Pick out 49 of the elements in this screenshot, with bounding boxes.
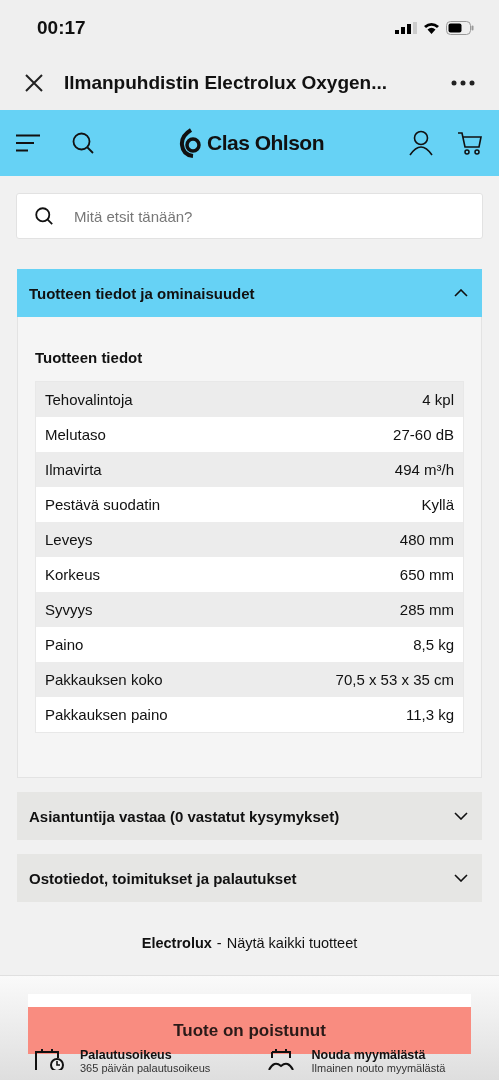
spec-label: Paino (45, 636, 84, 653)
status-time: 00:17 (37, 16, 86, 39)
cart-icon[interactable] (457, 131, 483, 155)
search-icon (35, 207, 53, 225)
spec-label: Pakkauksen paino (45, 706, 168, 723)
menu-icon[interactable] (16, 134, 40, 152)
spec-value: 11,3 kg (405, 706, 454, 723)
separator: - (216, 935, 222, 951)
signal-icon (395, 21, 417, 34)
spec-value: 650 mm (399, 566, 454, 583)
spec-value: 8,5 kg (413, 636, 454, 653)
spec-value: 4 kpl (422, 391, 454, 408)
brand-link[interactable]: Näytä kaikki tuotteet (226, 935, 358, 951)
close-icon[interactable] (24, 72, 44, 93)
account-icon[interactable] (409, 130, 433, 156)
search-field[interactable]: Mitä etsit tänään? (16, 193, 483, 239)
page-title: Ilmanpuhdistin Electrolux Oxygen... (64, 71, 389, 94)
spec-label: Melutaso (45, 426, 106, 443)
feature-text: 365 päivän palautusoikeus (80, 1062, 211, 1074)
accordion-header[interactable]: Ostotiedot, toimitukset ja palautukset (17, 854, 482, 902)
spec-label: Korkeus (45, 566, 101, 583)
brand-name: Electrolux (141, 935, 212, 951)
spec-value: Kyllä (421, 496, 454, 513)
spec-label: Ilmavirta (45, 461, 102, 478)
spec-value: 480 mm (399, 531, 454, 548)
battery-icon (446, 20, 474, 35)
spec-value: 70,5 x 53 x 35 cm (335, 671, 454, 688)
feature-text: Ilmainen nouto myymälästä (311, 1062, 446, 1074)
search-icon[interactable] (72, 132, 94, 154)
accordion-header[interactable]: Asiantuntija vastaa (0 vastatut kysymykset) (17, 792, 482, 840)
panel-subtitle: Tuotteen tiedot (35, 349, 144, 366)
chevron-icon (454, 289, 468, 297)
spec-value: 285 mm (399, 601, 454, 618)
chevron-icon (454, 812, 468, 820)
spec-label: Tehovalintoja (45, 391, 133, 408)
store-pickup-icon (265, 1048, 296, 1070)
spec-label: Leveys (45, 531, 93, 548)
spec-value: 27-60 dB (393, 426, 454, 443)
spec-label: Syvyys (45, 601, 93, 618)
spec-label: Pestävä suodatin (45, 496, 161, 513)
chevron-icon (454, 874, 468, 882)
wifi-icon (423, 21, 440, 34)
logo[interactable]: Clas Ohlson (207, 131, 324, 155)
logo-icon (179, 128, 203, 158)
spec-value: 494 m³/h (394, 461, 454, 478)
more-icon[interactable] (451, 79, 475, 86)
spec-label: Pakkauksen koko (45, 671, 163, 688)
accordion-header[interactable]: Tuotteen tiedot ja ominaisuudet (17, 269, 482, 317)
calendar-clock-icon (34, 1048, 64, 1070)
